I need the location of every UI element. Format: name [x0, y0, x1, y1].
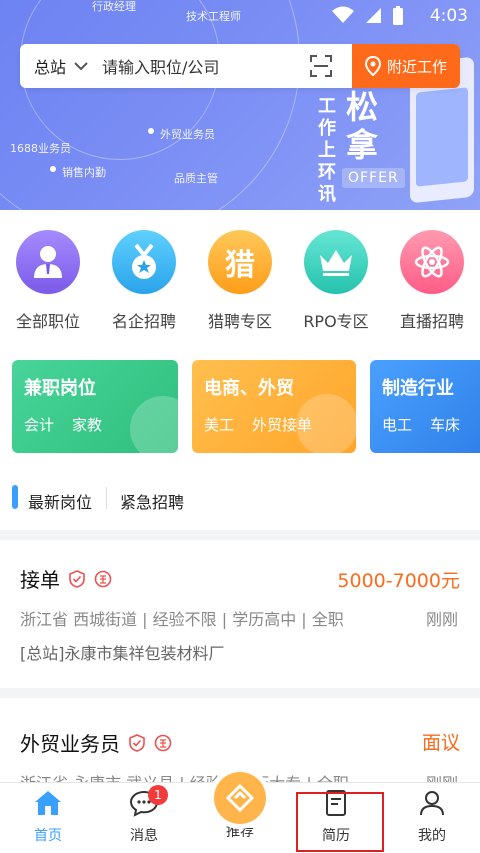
card-tags: 会计 家教 [24, 416, 103, 434]
urgent-icon [94, 570, 112, 587]
medal-icon [112, 230, 176, 294]
job-company: [总站]永康市集祥包装材料厂 [20, 644, 225, 663]
urgent-icon [154, 734, 172, 751]
card-title: 兼职岗位 [24, 378, 96, 399]
status-time: 4:03 [429, 6, 468, 26]
category-all-jobs[interactable]: 全部职位 [0, 230, 96, 332]
category-label: 名企招聘 [111, 312, 176, 331]
verified-shield-icon [69, 569, 85, 588]
tab-urgent[interactable]: 紧急招聘 [120, 489, 184, 513]
active-tab-indicator [12, 485, 18, 509]
card-tags: 美工 外贸接单 [204, 416, 313, 434]
recommend-button[interactable] [214, 772, 266, 824]
job-title-row: 接单 [20, 564, 112, 593]
job-title: 外贸业务员 [20, 732, 120, 756]
resume-highlight-frame [296, 792, 384, 852]
card-title: 电商、外贸 [204, 378, 294, 399]
card-title: 制造行业 [382, 378, 454, 399]
status-icons [332, 6, 404, 26]
category-grid: 全部职位 名企招聘 猎 猎聘专区 RPO专区 直播招聘 [0, 210, 480, 345]
card-part-time[interactable]: 兼职岗位 会计 家教 [12, 360, 178, 453]
nav-label: 首页 [34, 828, 62, 844]
banner-word: 1688业务员 [10, 142, 71, 155]
search-bar: 总站 请输入职位/公司 附近工作 [20, 44, 460, 88]
nav-label: 消息 [130, 828, 158, 844]
city-selector[interactable]: 总站 [20, 54, 88, 78]
home-icon [35, 791, 61, 815]
category-label: RPO专区 [303, 312, 369, 331]
job-meta: 浙江省 西城街道 | 经验不限 | 学历高中 | 全职 [20, 610, 344, 629]
category-label: 直播招聘 [399, 312, 464, 331]
category-famous-companies[interactable]: 名企招聘 [96, 230, 192, 332]
job-tabs: 最新岗位 紧急招聘 [0, 465, 480, 530]
nearby-jobs-button[interactable]: 附近工作 [352, 44, 460, 88]
job-salary: 面议 [421, 732, 460, 754]
banner-word: 技术工程师 [186, 10, 241, 23]
top-banner[interactable]: 行政经理 技术工程师 外贸业务员 1688业务员 销售内勤 品质主管 工作上环讯… [0, 0, 480, 210]
job-posted-time: 刚刚 [425, 610, 458, 629]
nav-messages[interactable]: 1 消息 [96, 785, 192, 845]
poster-vertical-text: 工作上环讯 [318, 96, 336, 205]
card-ecommerce[interactable]: 电商、外贸 美工 外贸接单 [192, 360, 356, 453]
battery-icon [393, 6, 403, 25]
category-rpo[interactable]: RPO专区 [288, 230, 384, 332]
banner-word: 品质主管 [174, 172, 218, 185]
banner-word: 销售内勤 [62, 166, 106, 179]
crown-icon [304, 230, 368, 294]
wifi-icon [332, 6, 354, 23]
money-bag-icon [130, 396, 178, 453]
user-icon [420, 791, 444, 816]
job-title: 接单 [20, 568, 60, 592]
tab-divider [106, 487, 107, 509]
category-live-recruiting[interactable]: 直播招聘 [384, 230, 480, 332]
category-headhunting[interactable]: 猎 猎聘专区 [192, 230, 288, 332]
decor-dot [148, 128, 154, 134]
job-item[interactable]: 接单 5000-7000元 浙江省 西城街道 | 经验不限 | 学历高中 | 全… [0, 540, 480, 688]
location-pin-icon [364, 56, 381, 76]
verified-shield-icon [129, 733, 145, 752]
job-title-row: 外贸业务员 [20, 728, 172, 757]
offer-tag: OFFER [342, 168, 405, 188]
card-manufacturing[interactable]: 制造行业 电工 车床 [370, 360, 480, 453]
signal-icon [366, 8, 381, 23]
poster-big-text: 松拿 [346, 88, 379, 164]
banner-word: 外贸业务员 [160, 128, 215, 141]
job-salary: 5000-7000元 [337, 570, 460, 592]
nav-label: 推荐 [226, 824, 254, 840]
industry-cards: 兼职岗位 会计 家教 电商、外贸 美工 外贸接单 制造行业 电工 车床 [0, 345, 480, 465]
nav-label: 我的 [418, 828, 446, 844]
nearby-label: 附近工作 [386, 57, 447, 76]
nav-mine[interactable]: 我的 [384, 789, 480, 845]
hunt-icon: 猎 [208, 230, 272, 294]
scan-icon[interactable] [310, 55, 332, 77]
atom-icon [400, 230, 464, 294]
person-icon [16, 230, 80, 294]
nav-home[interactable]: 首页 [0, 789, 96, 845]
search-input[interactable]: 请输入职位/公司 [102, 54, 310, 78]
category-label: 全部职位 [15, 312, 80, 331]
city-label: 总站 [34, 58, 67, 77]
diamond-icon [225, 783, 255, 813]
chevron-down-icon [74, 62, 88, 71]
message-count-badge: 1 [148, 785, 168, 805]
category-label: 猎聘专区 [207, 312, 272, 331]
banner-word: 行政经理 [92, 0, 136, 13]
tab-latest[interactable]: 最新岗位 [28, 489, 92, 513]
card-tags: 电工 车床 [382, 416, 461, 434]
decor-dot [50, 166, 56, 172]
